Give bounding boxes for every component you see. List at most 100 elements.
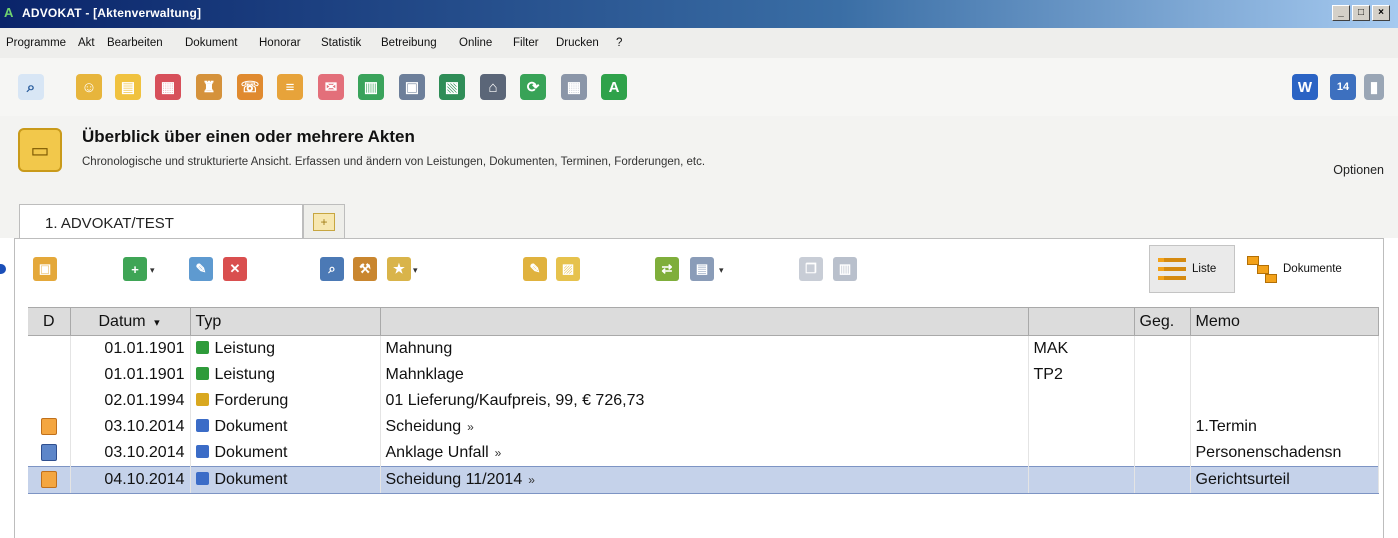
options-link[interactable]: Optionen — [1333, 163, 1384, 177]
tree-icon — [1247, 256, 1277, 283]
tools-icon[interactable]: ⚒ — [353, 257, 377, 281]
code-cell: MAK — [1028, 335, 1135, 362]
tab-advokat-test[interactable]: 1. ADVOKAT/TEST — [19, 204, 303, 239]
type-label: Dokument — [214, 444, 288, 461]
add-entry-icon[interactable]: + — [123, 257, 147, 281]
column-memo[interactable]: Memo — [1190, 307, 1379, 336]
menu-statistik[interactable]: Statistik — [321, 37, 361, 49]
delete-entry-icon[interactable]: ✕ — [223, 257, 247, 281]
table-header-row: D Datum ▾ Typ Geg. Memo — [28, 307, 1379, 336]
user-tools-icon[interactable]: ♜ — [196, 74, 222, 100]
transfer-icon[interactable]: ⇄ — [655, 257, 679, 281]
bookshelf-icon[interactable]: ▥ — [358, 74, 384, 100]
menu-filter[interactable]: Filter — [513, 37, 539, 49]
contacts-icon[interactable]: ☺ — [76, 74, 102, 100]
find-icon[interactable]: ⌕ — [320, 257, 344, 281]
code-cell — [1028, 388, 1135, 414]
advokat-logo-icon[interactable]: A — [601, 74, 627, 100]
menu-drucken[interactable]: Drucken — [556, 37, 599, 49]
geg-cell — [1134, 362, 1191, 388]
calendar-14-icon[interactable]: 14 — [1330, 74, 1356, 100]
chevron-down-icon[interactable]: ▾ — [413, 265, 418, 276]
memo-cell: Gerichtsurteil — [1190, 466, 1379, 494]
table-row[interactable]: 01.01.1901 Leistung Mahnung MAK — [28, 335, 1379, 362]
copy-icon[interactable]: ❐ — [799, 257, 823, 281]
image-icon[interactable]: ▨ — [556, 257, 580, 281]
sort-desc-icon: ▾ — [154, 316, 160, 329]
table-row-selected[interactable]: 04.10.2014 Dokument Scheidung 11/2014 » G… — [28, 466, 1379, 494]
column-beschreibung[interactable] — [380, 307, 1029, 336]
description-text: Scheidung — [385, 418, 462, 435]
note-icon[interactable]: ✎ — [523, 257, 547, 281]
geg-cell — [1134, 335, 1191, 362]
menu-programme[interactable]: Programme — [6, 37, 66, 49]
geg-cell — [1134, 388, 1191, 414]
type-cell: Dokument — [190, 440, 381, 467]
maximize-button[interactable]: □ — [1352, 5, 1370, 21]
files-icon[interactable]: ▤ — [115, 74, 141, 100]
close-button[interactable]: × — [1372, 5, 1390, 21]
menu-akt[interactable]: Akt — [78, 37, 95, 49]
table-row[interactable]: 03.10.2014 Dokument Anklage Unfall » Pers… — [28, 440, 1379, 467]
word-icon[interactable]: W — [1292, 74, 1318, 100]
column-datum[interactable]: Datum ▾ — [70, 307, 191, 336]
phone-icon[interactable]: ☏ — [237, 74, 263, 100]
table-row[interactable]: 02.01.1994 Forderung 01 Lieferung/Kaufpr… — [28, 388, 1379, 414]
word-doc-icon[interactable] — [40, 444, 57, 462]
column-geg[interactable]: Geg. — [1134, 307, 1191, 336]
menu-honorar[interactable]: Honorar — [259, 37, 301, 49]
table-row[interactable]: 01.01.1901 Leistung Mahnklage TP2 — [28, 362, 1379, 388]
menu-online[interactable]: Online — [459, 37, 492, 49]
column-datum-label: Datum — [98, 312, 146, 330]
archive-icon[interactable]: ▮ — [1364, 74, 1384, 100]
open-link-icon[interactable]: » — [495, 446, 502, 460]
statistics-icon[interactable]: ▧ — [439, 74, 465, 100]
menu-betreibung[interactable]: Betreibung — [381, 37, 437, 49]
sync-icon[interactable]: ⟳ — [520, 74, 546, 100]
column-d[interactable]: D — [28, 307, 71, 336]
type-cell: Dokument — [190, 466, 381, 494]
notes-icon[interactable]: ≡ — [277, 74, 303, 100]
archive-box-icon[interactable]: ▥ — [833, 257, 857, 281]
tab-strip: 1. ADVOKAT/TEST + — [0, 188, 1398, 239]
description-text: Mahnung — [385, 340, 453, 357]
description-text: Mahnklage — [385, 366, 464, 383]
view-documents-button[interactable]: Dokumente — [1239, 245, 1369, 293]
tab-label: 1. ADVOKAT/TEST — [45, 215, 174, 232]
view-list-button[interactable]: Liste — [1149, 245, 1235, 293]
description-cell: Scheidung » — [380, 414, 1029, 440]
menu-help[interactable]: ? — [616, 37, 622, 49]
edit-entry-icon[interactable]: ✎ — [189, 257, 213, 281]
akte-overview-icon[interactable]: ▣ — [33, 257, 57, 281]
pdf-icon[interactable] — [40, 471, 57, 489]
printer-icon[interactable]: ▣ — [399, 74, 425, 100]
menu-bearbeiten[interactable]: Bearbeiten — [107, 37, 163, 49]
open-link-icon[interactable]: » — [528, 473, 535, 487]
new-tab-button[interactable]: + — [303, 204, 345, 239]
calendar-icon[interactable]: ▦ — [155, 74, 181, 100]
pdf-icon[interactable] — [40, 418, 57, 436]
table-row[interactable]: 03.10.2014 Dokument Scheidung » 1.Termin — [28, 414, 1379, 440]
calculator-icon[interactable]: ▦ — [561, 74, 587, 100]
doc-icon-cell — [28, 362, 71, 388]
menu-dokument[interactable]: Dokument — [185, 37, 237, 49]
entries-table: D Datum ▾ Typ Geg. Memo 01.01.1901 Leist… — [28, 307, 1379, 494]
list-icon — [1158, 258, 1186, 280]
doc-icon-cell — [28, 440, 71, 467]
open-link-icon[interactable]: » — [467, 420, 474, 434]
star-icon[interactable]: ★ — [387, 257, 411, 281]
dokument-icon — [195, 445, 209, 458]
chevron-down-icon[interactable]: ▾ — [150, 265, 155, 276]
document-icon[interactable]: ▤ — [690, 257, 714, 281]
bank-icon[interactable]: ⌂ — [480, 74, 506, 100]
minimize-button[interactable]: _ — [1332, 5, 1350, 21]
description-cell: 01 Lieferung/Kaufpreis, 99, € 726,73 — [380, 388, 1029, 414]
mail-icon[interactable]: ✉ — [318, 74, 344, 100]
window-controls: _ □ × — [1332, 5, 1390, 21]
column-code[interactable] — [1028, 307, 1135, 336]
type-cell: Leistung — [190, 362, 381, 388]
chevron-down-icon[interactable]: ▾ — [719, 265, 724, 276]
page-title: Überblick über einen oder mehrere Akten — [82, 127, 415, 146]
search-icon[interactable]: ⌕ — [18, 74, 44, 100]
column-typ[interactable]: Typ — [190, 307, 381, 336]
